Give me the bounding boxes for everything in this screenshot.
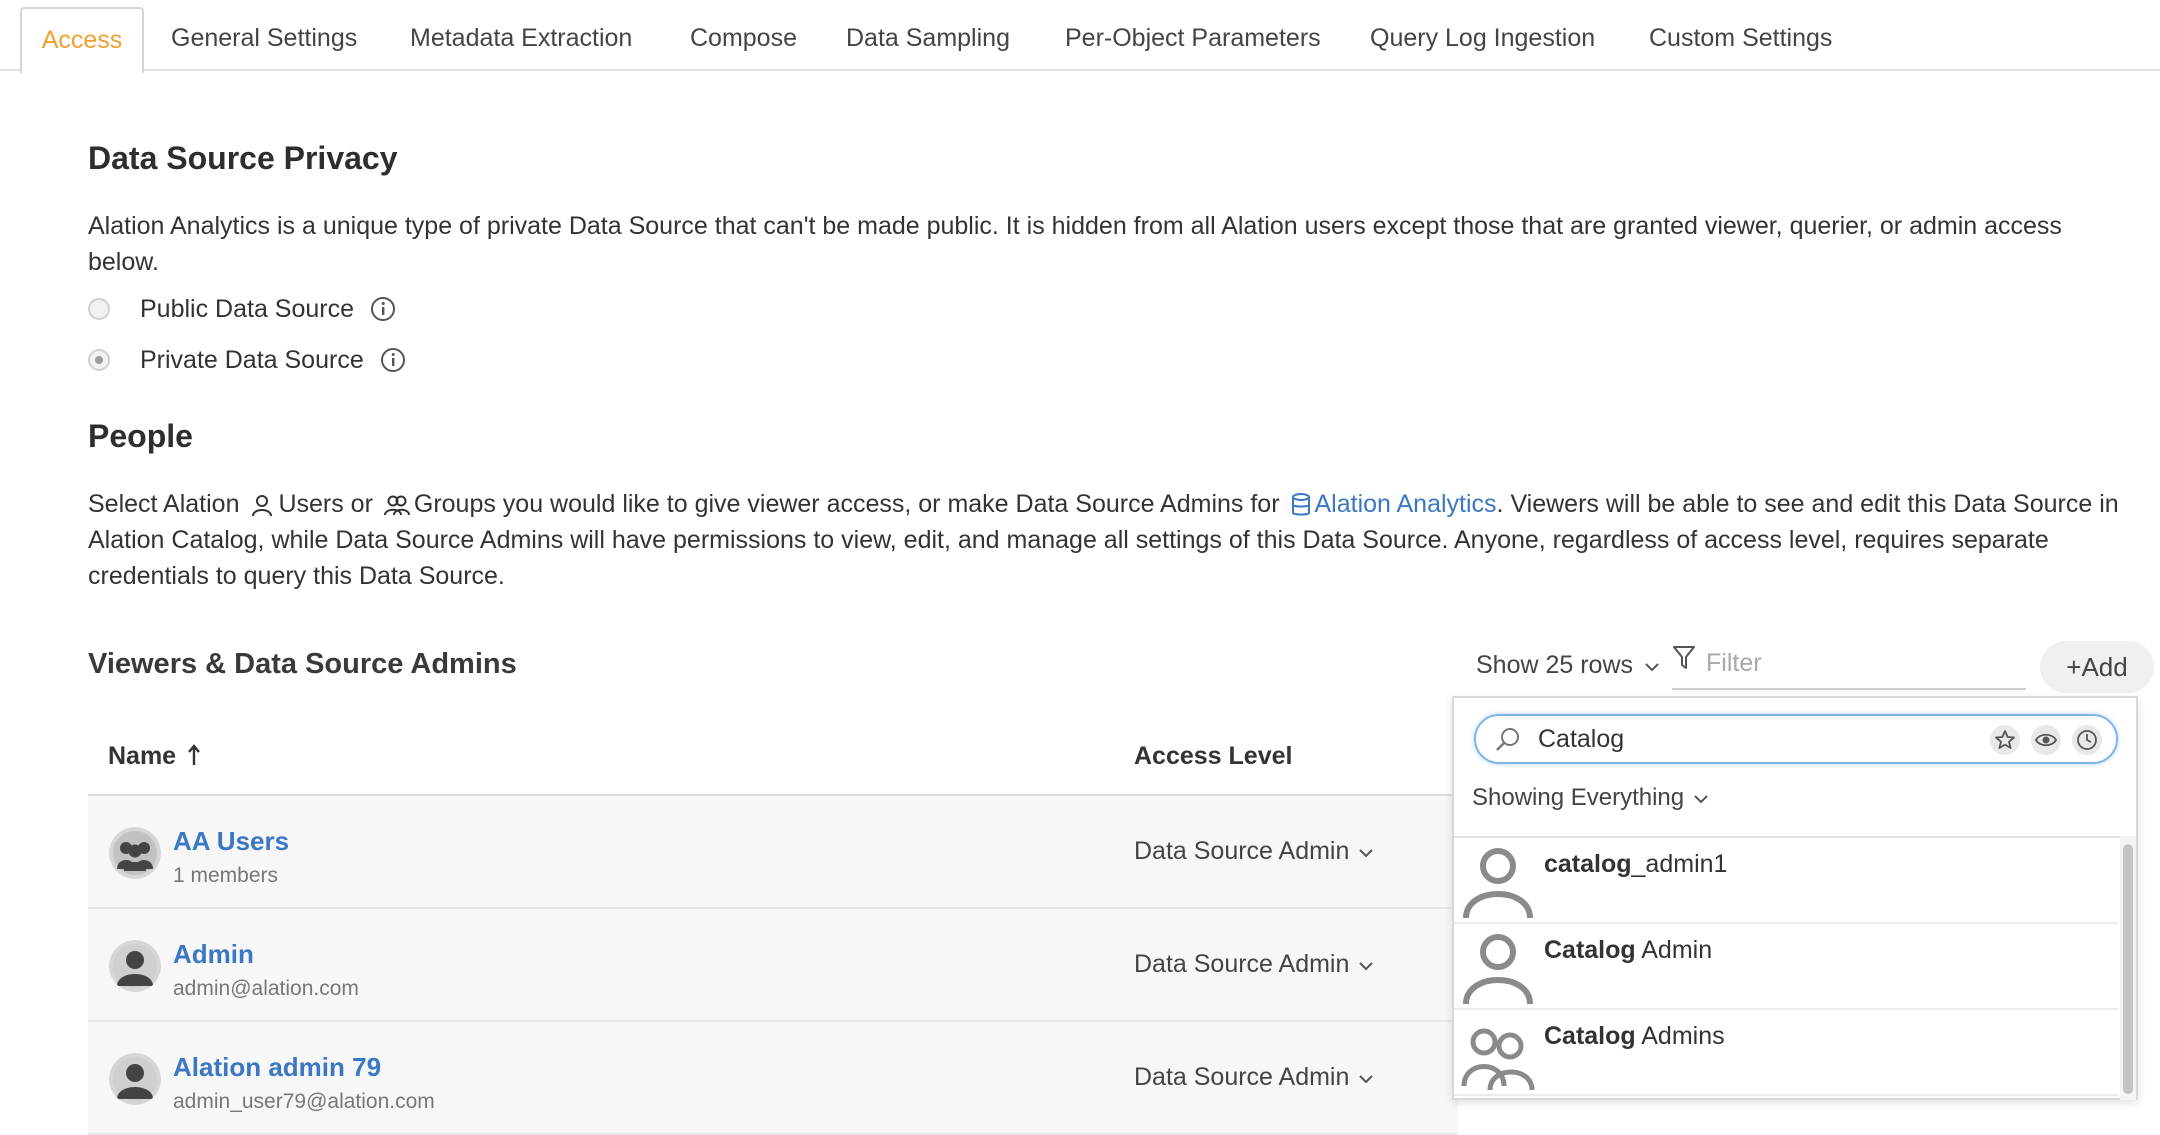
privacy-description: Alation Analytics is a unique type of pr…	[88, 212, 2062, 276]
radio-public-data-source[interactable]: Public Data Source	[88, 291, 396, 327]
radio-private-data-source[interactable]: Private Data Source	[88, 342, 406, 378]
eye-icon[interactable]	[2031, 725, 2061, 755]
radio-label-public: Public Data Source	[140, 294, 355, 323]
radio-button-public[interactable]	[88, 298, 110, 320]
row-name-link[interactable]: Alation admin 79	[173, 1052, 381, 1083]
sort-ascending-icon	[188, 744, 200, 765]
viewers-admins-heading: Viewers & Data Source Admins	[88, 648, 517, 680]
result-label: Catalog Admins	[1544, 1022, 1725, 1050]
access-level-dropdown[interactable]: Data Source Admin	[1134, 950, 1374, 979]
chevron-down-icon	[1359, 1075, 1374, 1084]
column-header-access-level[interactable]: Access Level	[1134, 742, 1292, 771]
tab-general-settings[interactable]: General Settings	[171, 7, 357, 71]
table-row: Alation admin 79 admin_user79@alation.co…	[88, 1022, 1458, 1135]
access-level-label: Data Source Admin	[1134, 1063, 1350, 1091]
group-icon	[383, 495, 410, 516]
tab-data-sampling[interactable]: Data Sampling	[846, 7, 1010, 71]
access-level-label: Data Source Admin	[1134, 950, 1350, 978]
access-level-dropdown[interactable]: Data Source Admin	[1134, 1063, 1374, 1092]
chevron-down-icon	[1359, 962, 1374, 971]
group-avatar-icon	[1461, 1028, 1535, 1091]
access-level-dropdown[interactable]: Data Source Admin	[1134, 837, 1374, 866]
user-avatar-icon	[1463, 848, 1533, 919]
add-button[interactable]: +Add	[2040, 641, 2154, 693]
star-icon[interactable]	[1990, 725, 2020, 755]
table-row: Admin admin@alation.com Data Source Admi…	[88, 909, 1458, 1022]
result-label: catalog_admin1	[1544, 850, 1728, 878]
tab-per-object-parameters[interactable]: Per-Object Parameters	[1065, 7, 1321, 71]
database-icon	[1291, 493, 1310, 516]
radio-button-private[interactable]	[88, 349, 110, 371]
chevron-down-icon	[1359, 849, 1374, 858]
row-name-link[interactable]: AA Users	[173, 826, 289, 857]
column-header-name-label: Name	[108, 742, 177, 770]
tab-query-log-ingestion[interactable]: Query Log Ingestion	[1370, 7, 1595, 71]
show-rows-label: Show 25 rows	[1476, 651, 1634, 679]
tab-compose[interactable]: Compose	[690, 7, 797, 71]
info-icon[interactable]	[370, 296, 396, 322]
filter-field[interactable]	[1672, 640, 2026, 690]
people-desc-users: Users or	[278, 490, 373, 518]
people-search-input[interactable]	[1536, 724, 1960, 755]
people-desc-start: Select Alation	[88, 490, 240, 518]
radio-label-private: Private Data Source	[140, 345, 364, 374]
people-desc-groups: Groups you would like to give viewer acc…	[413, 490, 1280, 518]
chevron-down-icon	[1645, 663, 1659, 672]
scrollbar-thumb[interactable]	[2123, 844, 2133, 1094]
row-member-count: 1 members	[173, 864, 279, 887]
user-avatar-icon	[1463, 934, 1533, 1005]
list-item[interactable]: Catalog Admins	[1454, 1010, 2118, 1096]
people-description: Select Alation Users or Groups you would…	[88, 486, 2138, 594]
tab-custom-settings[interactable]: Custom Settings	[1649, 7, 1832, 71]
row-email: admin_user79@alation.com	[173, 1090, 435, 1113]
people-search-box[interactable]	[1474, 714, 2118, 764]
showing-filter-dropdown[interactable]: Showing Everything	[1472, 784, 1709, 812]
table-row: AA Users 1 members Data Source Admin	[88, 796, 1458, 909]
info-icon[interactable]	[380, 347, 406, 373]
add-people-dropdown: Showing Everything catalog_admin1 Catalo…	[1452, 696, 2138, 1100]
show-rows-dropdown[interactable]: Show 25 rows	[1476, 651, 1660, 680]
list-item[interactable]: catalog_admin1	[1454, 838, 2118, 924]
tab-metadata-extraction[interactable]: Metadata Extraction	[410, 7, 632, 71]
user-avatar	[109, 1053, 161, 1105]
search-results-list: catalog_admin1 Catalog Admin Catalog Adm…	[1454, 836, 2120, 1102]
showing-label: Showing Everything	[1472, 784, 1685, 811]
user-icon	[252, 495, 273, 517]
user-avatar	[109, 940, 161, 992]
people-heading: People	[88, 418, 193, 454]
tab-bar: Access General Settings Metadata Extract…	[0, 0, 2160, 73]
column-header-name[interactable]: Name	[108, 742, 201, 771]
result-label: Catalog Admin	[1544, 936, 1713, 964]
results-scrollbar[interactable]	[2120, 836, 2136, 1100]
list-item[interactable]: Catalog Admin	[1454, 924, 2118, 1010]
chevron-down-icon	[1694, 795, 1708, 804]
privacy-heading: Data Source Privacy	[88, 140, 398, 176]
access-level-label: Data Source Admin	[1134, 837, 1350, 865]
group-avatar	[109, 827, 161, 879]
alation-analytics-link[interactable]: Alation Analytics	[1315, 490, 1497, 518]
tab-access[interactable]: Access	[20, 7, 144, 73]
row-email: admin@alation.com	[173, 977, 359, 1000]
filter-input[interactable]	[1704, 648, 2008, 679]
clock-icon[interactable]	[2072, 725, 2102, 755]
filter-icon	[1673, 646, 1695, 669]
row-name-link[interactable]: Admin	[173, 939, 254, 970]
search-icon	[1496, 728, 1519, 751]
